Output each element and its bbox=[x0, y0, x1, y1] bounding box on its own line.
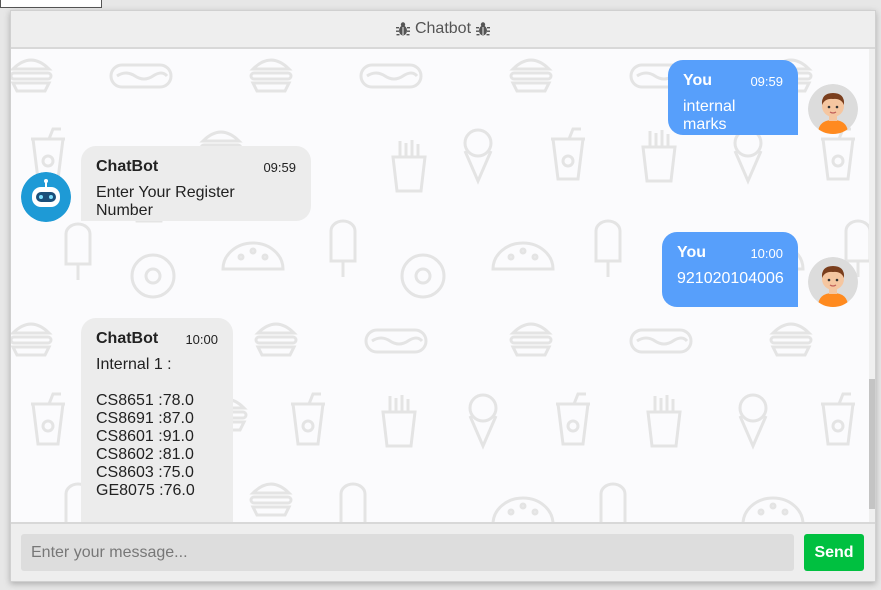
chat-messages[interactable]: You 09:59 internal marks ChatBot 09:59 E… bbox=[11, 49, 875, 522]
message-sender: ChatBot bbox=[96, 330, 159, 347]
message-input-area: Send bbox=[11, 522, 875, 581]
message-time: 10:00 bbox=[750, 245, 783, 261]
message-time: 09:59 bbox=[263, 159, 296, 175]
message-text: internal marks bbox=[683, 98, 736, 133]
bot-message-bubble: ChatBot 10:00 Internal 1 : CS8651 :78.0 … bbox=[81, 318, 233, 522]
message-text: Enter Your Register Number bbox=[96, 184, 235, 219]
bug-icon bbox=[395, 21, 411, 37]
chat-header: Chatbot bbox=[11, 11, 875, 49]
chat-window: Chatbot You 09:59 internal marks ChatBot… bbox=[10, 10, 876, 582]
message-sender: ChatBot bbox=[96, 158, 159, 175]
send-button[interactable]: Send bbox=[804, 534, 864, 571]
user-message-bubble: You 10:00 921020104006 bbox=[662, 232, 798, 307]
message-sender: You bbox=[683, 72, 713, 89]
message-text: Internal 1 : CS8651 :78.0 CS8691 :87.0 C… bbox=[96, 356, 195, 499]
scrollbar-thumb[interactable] bbox=[869, 379, 875, 509]
message-time: 10:00 bbox=[185, 331, 218, 347]
chat-title: Chatbot bbox=[414, 20, 472, 37]
message-text: 921020104006 bbox=[677, 270, 784, 287]
bot-avatar-icon bbox=[21, 172, 71, 222]
bot-message-bubble: ChatBot 09:59 Enter Your Register Number bbox=[81, 146, 311, 221]
message-sender: You bbox=[677, 244, 707, 261]
user-avatar-icon bbox=[808, 84, 858, 134]
user-message-bubble: You 09:59 internal marks bbox=[668, 60, 798, 135]
top-left-fragment bbox=[0, 0, 102, 8]
user-avatar-icon bbox=[808, 257, 858, 307]
bug-icon bbox=[475, 21, 491, 37]
message-input[interactable] bbox=[21, 534, 794, 571]
message-time: 09:59 bbox=[750, 73, 783, 89]
